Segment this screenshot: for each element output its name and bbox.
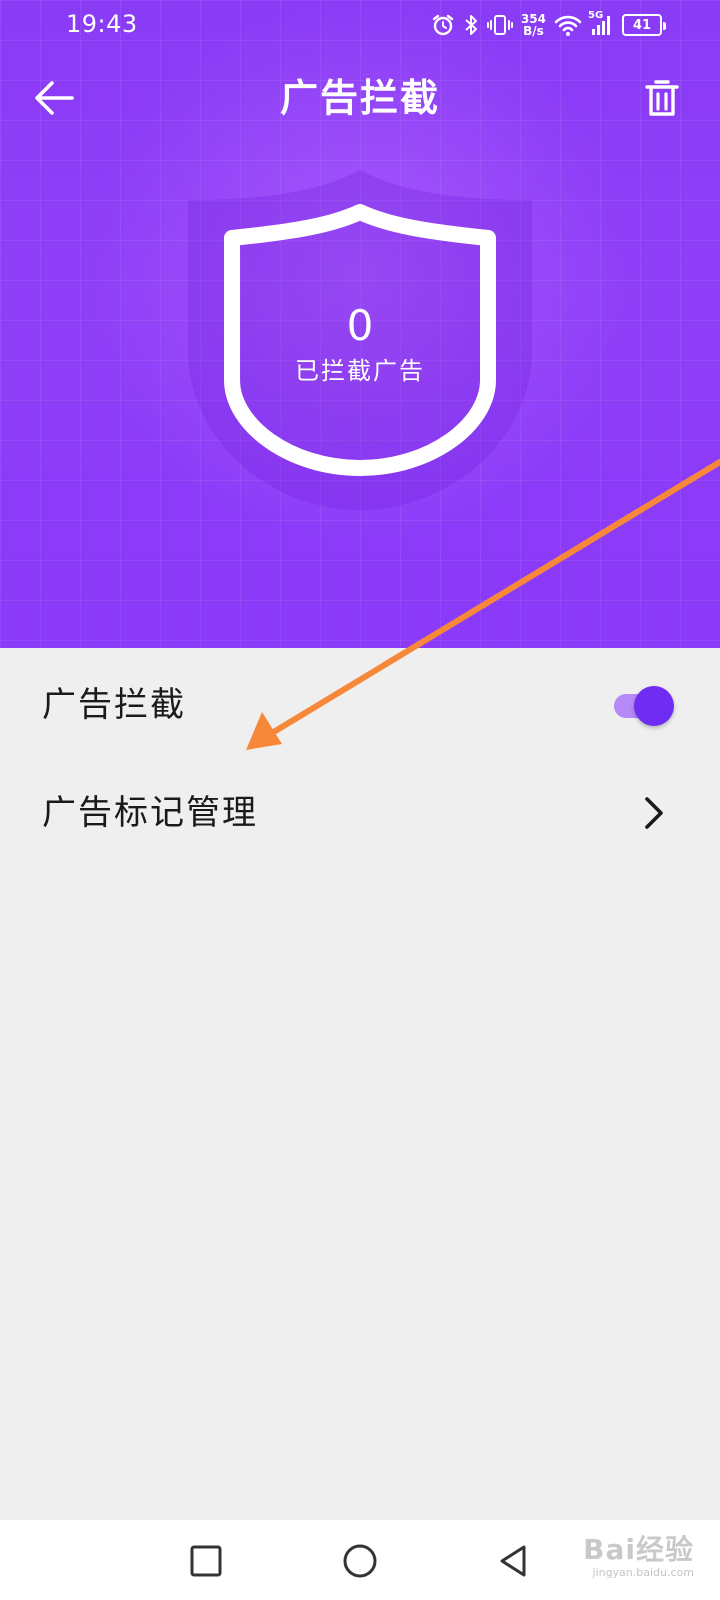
settings-list: 广告拦截 广告标记管理: [0, 648, 720, 868]
blocked-label: 已拦截广告: [295, 357, 425, 385]
ad-block-label: 广告拦截: [42, 685, 186, 725]
circle-home-icon: [343, 1544, 377, 1578]
triangle-back-icon: [500, 1545, 526, 1577]
bluetooth-icon: [463, 12, 479, 38]
home-button[interactable]: [337, 1538, 383, 1584]
alarm-icon: [431, 12, 455, 38]
back-button[interactable]: [28, 72, 80, 124]
page-title: 广告拦截: [279, 75, 440, 120]
header-panel: 19:43 354 B/s 5G 41 广告拦截 0 已拦截广告: [0, 0, 720, 648]
system-nav-bar: Bai经验 jingyan.baidu.com: [0, 1520, 720, 1600]
network-speed: 354 B/s: [521, 13, 546, 37]
trash-icon: [645, 80, 679, 116]
ad-block-row[interactable]: 广告拦截: [0, 648, 720, 758]
status-bar: 19:43 354 B/s 5G 41: [0, 0, 720, 48]
ad-block-toggle[interactable]: [608, 686, 674, 726]
baidu-jingyan-watermark: Bai经验 jingyan.baidu.com: [583, 1534, 694, 1580]
clear-records-button[interactable]: [636, 72, 688, 124]
vibrate-icon: [486, 12, 513, 38]
battery-icon: 41: [622, 14, 666, 36]
ad-mark-management-label: 广告标记管理: [42, 793, 258, 833]
square-recent-icon: [190, 1545, 222, 1577]
network-speed-unit: B/s: [523, 24, 544, 38]
recent-apps-button[interactable]: [183, 1538, 229, 1584]
ad-mark-management-row[interactable]: 广告标记管理: [0, 758, 720, 868]
chevron-right-icon: [634, 793, 674, 833]
cellular-signal-icon: 5G: [588, 10, 614, 38]
watermark-main: Bai经验: [583, 1533, 694, 1566]
blocked-ads-shield: 0 已拦截广告: [180, 170, 540, 520]
network-type: 5G: [588, 10, 604, 21]
screen: 19:43 354 B/s 5G 41 广告拦截 0 已拦截广告 广告拦截 广告…: [0, 0, 720, 1600]
arrow-left-icon: [35, 81, 74, 115]
wifi-icon: [554, 12, 582, 38]
blocked-count: 0: [346, 301, 374, 350]
status-icons: 354 B/s 5G 41: [431, 10, 666, 40]
status-time: 19:43: [66, 10, 138, 38]
toggle-knob: [634, 686, 674, 726]
watermark-sub: jingyan.baidu.com: [592, 1566, 694, 1579]
system-back-button[interactable]: [490, 1538, 536, 1584]
battery-level: 41: [632, 17, 652, 33]
